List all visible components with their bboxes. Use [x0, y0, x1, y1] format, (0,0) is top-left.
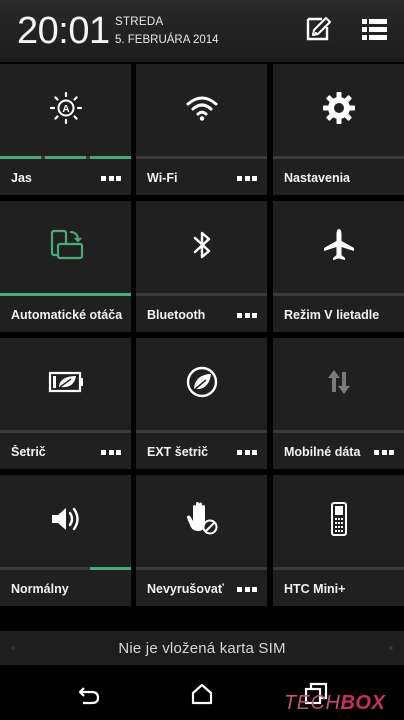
tile-settings[interactable]: Nastavenia: [273, 64, 404, 195]
active-indicator: [0, 293, 131, 296]
edit-icon: [306, 17, 331, 41]
tile-label: Nastavenia: [284, 171, 351, 185]
more-options-icon[interactable]: [101, 176, 121, 181]
more-options-icon[interactable]: [374, 450, 394, 455]
volume-icon: [51, 507, 79, 531]
tile-label: Jas: [11, 171, 32, 185]
brightness-level-bar[interactable]: [0, 156, 131, 159]
tile-auto-rotate[interactable]: Automatické otáčanie: [0, 201, 131, 332]
clock: 20:01: [17, 10, 110, 52]
tile-label: Automatické otáčanie: [11, 308, 123, 322]
more-options-icon[interactable]: [237, 587, 257, 592]
more-options-icon[interactable]: [237, 450, 257, 455]
notification-header: 20:01 STREDA 5. FEBRUÁRA 2014: [0, 0, 404, 62]
tile-do-not-disturb[interactable]: Nevyrušovať: [136, 475, 267, 606]
home-button[interactable]: [188, 680, 216, 708]
auto-rotate-icon: [50, 229, 83, 260]
tile-label: Nevyrušovať: [147, 582, 224, 596]
more-options-icon[interactable]: [237, 176, 257, 181]
home-icon: [191, 683, 213, 705]
tile-brightness[interactable]: A Jas: [0, 64, 131, 195]
tile-label: Normálny: [11, 582, 69, 596]
date: 5. FEBRUÁRA 2014: [115, 34, 219, 46]
weekday: STREDA: [115, 16, 164, 28]
list-menu-button[interactable]: [360, 14, 390, 44]
tile-power-saver[interactable]: Šetrič: [0, 338, 131, 469]
sound-level-bar: [0, 567, 131, 570]
more-options-icon[interactable]: [237, 313, 257, 318]
airplane-icon: [323, 229, 354, 260]
bluetooth-icon: [193, 231, 210, 259]
tile-htc-mini[interactable]: HTC Mini+: [273, 475, 404, 606]
sim-status-bar: Nie je vložená karta SIM: [0, 631, 404, 665]
wifi-icon: [186, 96, 217, 121]
do-not-disturb-icon: [186, 502, 217, 535]
tile-label: Bluetooth: [147, 308, 206, 322]
back-icon: [78, 687, 100, 705]
sound-mode-segment: [90, 567, 131, 570]
tile-label: Mobilné dáta: [284, 445, 361, 459]
tile-airplane-mode[interactable]: Režim V lietadle: [273, 201, 404, 332]
svg-text:A: A: [62, 104, 69, 115]
brightness-segment: [0, 156, 41, 159]
tile-extreme-saver[interactable]: EXT šetrič: [136, 338, 267, 469]
tile-sound-profile[interactable]: Normálny: [0, 475, 131, 606]
tile-label: HTC Mini+: [284, 582, 346, 596]
htc-mini-icon: [330, 502, 347, 536]
tile-label: Šetrič: [11, 445, 46, 459]
more-options-icon[interactable]: [101, 450, 121, 455]
techbox-watermark: TECHBOX: [284, 692, 386, 714]
tile-bluetooth[interactable]: Bluetooth: [136, 201, 267, 332]
list-menu-icon: [362, 19, 387, 40]
brightness-segment: [90, 156, 131, 159]
tile-mobile-data[interactable]: Mobilné dáta: [273, 338, 404, 469]
extreme-saver-icon: [186, 366, 217, 398]
mobile-data-icon: [327, 370, 350, 394]
tile-label: Režim V lietadle: [284, 308, 380, 322]
edit-button[interactable]: [303, 14, 333, 44]
brightness-auto-icon: A: [49, 91, 82, 125]
tile-wifi[interactable]: Wi-Fi: [136, 64, 267, 195]
brightness-segment: [45, 156, 86, 159]
gear-icon: [322, 92, 355, 124]
sim-status-text: Nie je vložená karta SIM: [118, 639, 286, 657]
battery-saver-icon: [48, 371, 83, 393]
back-button[interactable]: [75, 680, 103, 708]
tile-label: Wi-Fi: [147, 171, 178, 185]
tile-label: EXT šetrič: [147, 445, 209, 459]
